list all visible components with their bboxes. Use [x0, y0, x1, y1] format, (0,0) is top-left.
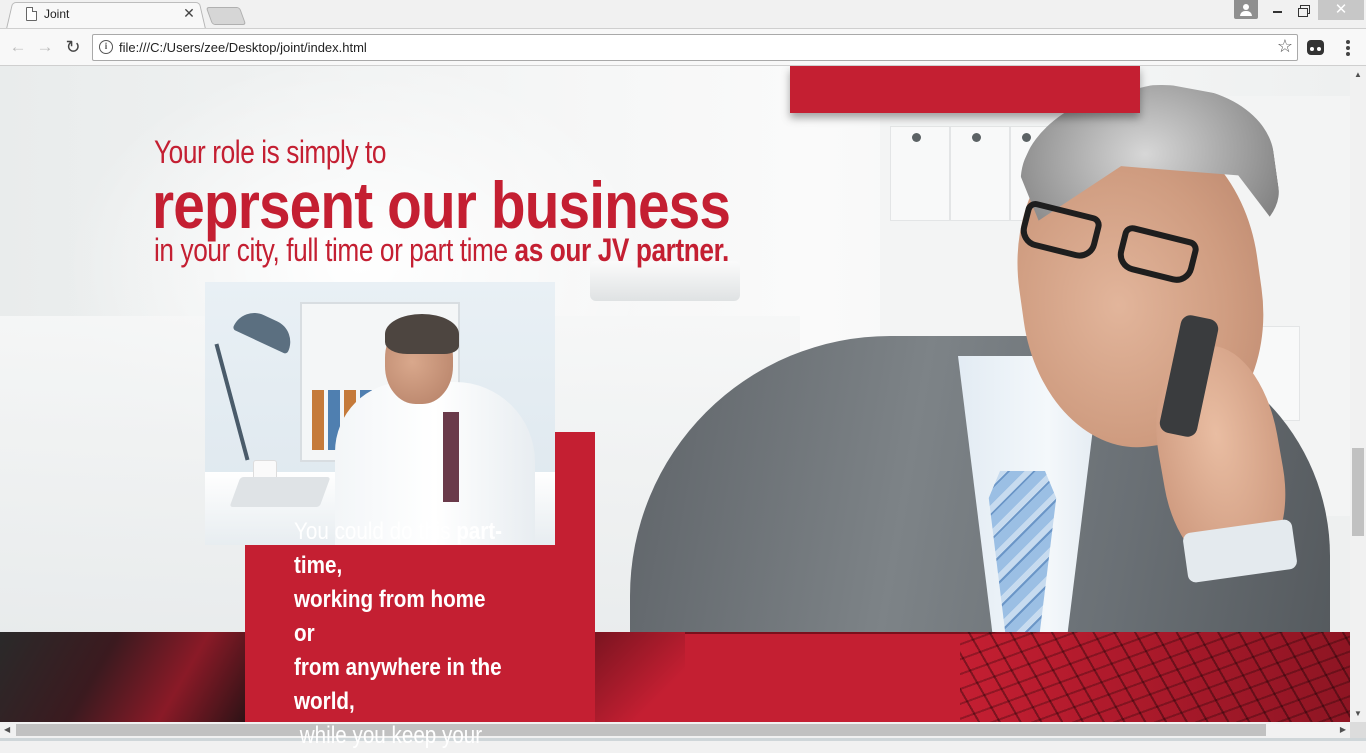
minimize-button[interactable]: [1264, 0, 1292, 20]
card-body-text: You could do this part-time, working fro…: [294, 515, 509, 753]
headline-sub-bold: as our JV partner.: [515, 232, 729, 268]
man-at-laptop-photo: [205, 282, 555, 545]
top-red-accent-block: [790, 66, 1140, 113]
new-tab-button[interactable]: [206, 7, 247, 25]
url-text[interactable]: file:///C:/Users/zee/Desktop/joint/index…: [119, 40, 367, 55]
vertical-scrollbar[interactable]: ▲ ▼: [1350, 66, 1366, 722]
lamp-icon: [232, 306, 297, 355]
bottom-left-image: [0, 632, 245, 722]
horizontal-scrollbar[interactable]: ◀ ▶: [0, 722, 1350, 738]
bottom-building-image: [960, 632, 1350, 722]
scroll-corner: [1350, 722, 1366, 738]
businessman-on-phone-image: [600, 66, 1350, 636]
scroll-right-arrow-icon[interactable]: ▶: [1340, 725, 1346, 734]
laptop-icon: [230, 477, 331, 507]
window-close-button[interactable]: ✕: [1318, 0, 1364, 20]
headline-main: reprsent our business: [152, 168, 730, 242]
card-text-1: You could do this: [294, 518, 456, 545]
vertical-scroll-thumb[interactable]: [1352, 448, 1364, 536]
restore-button[interactable]: [1290, 0, 1318, 20]
info-icon[interactable]: i: [99, 40, 113, 54]
man-hair: [385, 314, 459, 354]
address-bar[interactable]: i file:///C:/Users/zee/Desktop/joint/ind…: [92, 34, 1298, 61]
scroll-left-arrow-icon[interactable]: ◀: [4, 725, 10, 734]
scroll-down-arrow-icon[interactable]: ▼: [1354, 709, 1362, 718]
tab-joint[interactable]: Joint ✕: [14, 0, 200, 28]
card-text-4: from anywhere in the: [294, 654, 502, 681]
card-text-5: world,: [294, 688, 355, 715]
card-text-6: while you keep your: [294, 722, 482, 749]
kebab-menu-icon[interactable]: [1340, 39, 1356, 57]
user-icon[interactable]: [1234, 0, 1258, 19]
page-viewport: Your role is simply to reprsent our busi…: [0, 66, 1350, 722]
extension-icon[interactable]: [1307, 40, 1324, 55]
man-tie: [443, 412, 459, 502]
scroll-up-arrow-icon[interactable]: ▲: [1354, 70, 1362, 79]
page-icon: [26, 7, 37, 21]
tab-title: Joint: [44, 7, 69, 21]
headline-intro: Your role is simply to: [154, 134, 386, 171]
horizontal-scroll-thumb[interactable]: [16, 724, 1266, 736]
close-icon[interactable]: ✕: [182, 5, 196, 21]
forward-arrow-icon[interactable]: →: [34, 36, 56, 58]
reload-icon[interactable]: ↻: [62, 36, 84, 58]
tab-strip: Joint ✕ ✕: [0, 0, 1366, 28]
bottom-mid-accent: [595, 632, 685, 722]
headline-sub-plain: in your city, full time or part time: [154, 232, 515, 268]
browser-toolbar: ← → ↻ i file:///C:/Users/zee/Desktop/joi…: [0, 28, 1366, 66]
star-icon[interactable]: ☆: [1277, 36, 1293, 57]
lamp-arm: [215, 344, 250, 461]
headline-sub: in your city, full time or part time as …: [154, 232, 729, 269]
card-text-3: working from home or: [294, 586, 486, 647]
back-arrow-icon[interactable]: ←: [7, 36, 29, 58]
